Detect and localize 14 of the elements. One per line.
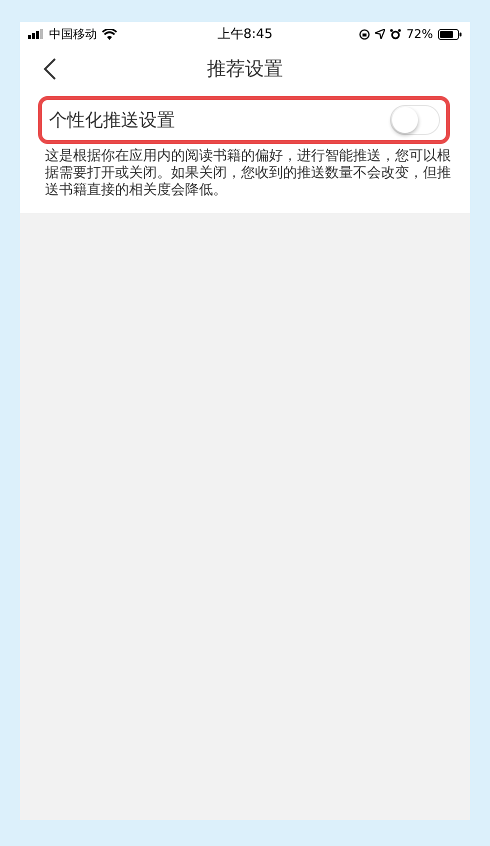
battery-icon (438, 28, 462, 40)
carrier-name: 中国移动 (49, 26, 97, 42)
page-title: 推荐设置 (207, 57, 283, 82)
wifi-icon (102, 28, 117, 40)
back-chevron-icon (43, 58, 57, 80)
setting-description: 这是根据你在应用内的阅读书籍的偏好，进行智能推送，您可以根据需要打开或关闭。如果关闭，您收到的推送数量不会改变，但推送书籍直接的相关度会降低。 (45, 148, 452, 199)
rotation-lock-icon (359, 28, 370, 40)
alarm-clock-icon (390, 28, 402, 40)
toggle-switch[interactable] (390, 105, 440, 135)
location-arrow-icon (375, 29, 386, 39)
battery-percent: 72% (406, 27, 433, 41)
signal-icon (28, 29, 44, 39)
status-time: 上午8:45 (217, 26, 273, 43)
setting-label: 个性化推送设置 (49, 109, 175, 132)
